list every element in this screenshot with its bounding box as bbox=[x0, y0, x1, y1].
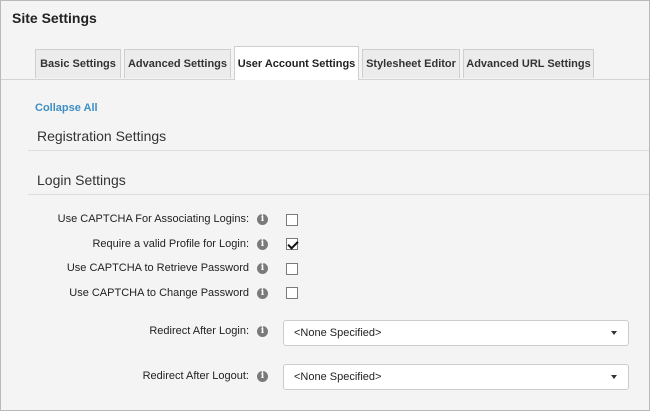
redirect-logout-select[interactable]: <None Specified> bbox=[283, 364, 629, 390]
info-icon[interactable]: i bbox=[257, 263, 268, 274]
redirect-logout-label: Redirect After Logout: bbox=[142, 370, 249, 382]
captcha-retrieve-checkbox[interactable] bbox=[286, 263, 298, 275]
tab-advanced-settings[interactable]: Advanced Settings bbox=[124, 49, 231, 78]
redirect-logout-value: <None Specified> bbox=[294, 371, 382, 383]
site-settings-panel: Site Settings Basic Settings Advanced Se… bbox=[0, 0, 650, 411]
redirect-login-value: <None Specified> bbox=[294, 327, 382, 339]
tab-stylesheet-editor[interactable]: Stylesheet Editor bbox=[362, 49, 460, 78]
captcha-associating-checkbox[interactable] bbox=[286, 214, 298, 226]
section-registration-settings[interactable]: Registration Settings bbox=[37, 128, 649, 144]
info-icon[interactable]: i bbox=[257, 239, 268, 250]
collapse-all-link[interactable]: Collapse All bbox=[35, 102, 98, 114]
chevron-down-icon bbox=[611, 375, 617, 379]
valid-profile-checkbox[interactable] bbox=[286, 238, 299, 250]
redirect-login-select[interactable]: <None Specified> bbox=[283, 320, 629, 346]
tab-advanced-url-settings[interactable]: Advanced URL Settings bbox=[463, 49, 594, 78]
info-icon[interactable]: i bbox=[257, 326, 268, 337]
info-icon[interactable]: i bbox=[257, 214, 268, 225]
tab-user-account-settings[interactable]: User Account Settings bbox=[234, 46, 359, 80]
captcha-retrieve-label: Use CAPTCHA to Retrieve Password bbox=[66, 262, 249, 274]
info-icon[interactable]: i bbox=[257, 288, 268, 299]
tab-basic-settings[interactable]: Basic Settings bbox=[35, 49, 121, 78]
captcha-change-checkbox[interactable] bbox=[286, 287, 298, 299]
captcha-change-label: Use CAPTCHA to Change Password bbox=[69, 287, 249, 299]
section-divider bbox=[28, 150, 649, 151]
section-divider bbox=[28, 194, 649, 195]
chevron-down-icon bbox=[611, 331, 617, 335]
valid-profile-label: Require a valid Profile for Login: bbox=[92, 238, 249, 250]
check-icon bbox=[287, 238, 299, 250]
info-icon[interactable]: i bbox=[257, 371, 268, 382]
redirect-login-label: Redirect After Login: bbox=[149, 325, 249, 337]
page-title: Site Settings bbox=[12, 10, 97, 26]
section-login-settings[interactable]: Login Settings bbox=[37, 172, 649, 188]
captcha-associating-label: Use CAPTCHA For Associating Logins: bbox=[57, 213, 249, 225]
